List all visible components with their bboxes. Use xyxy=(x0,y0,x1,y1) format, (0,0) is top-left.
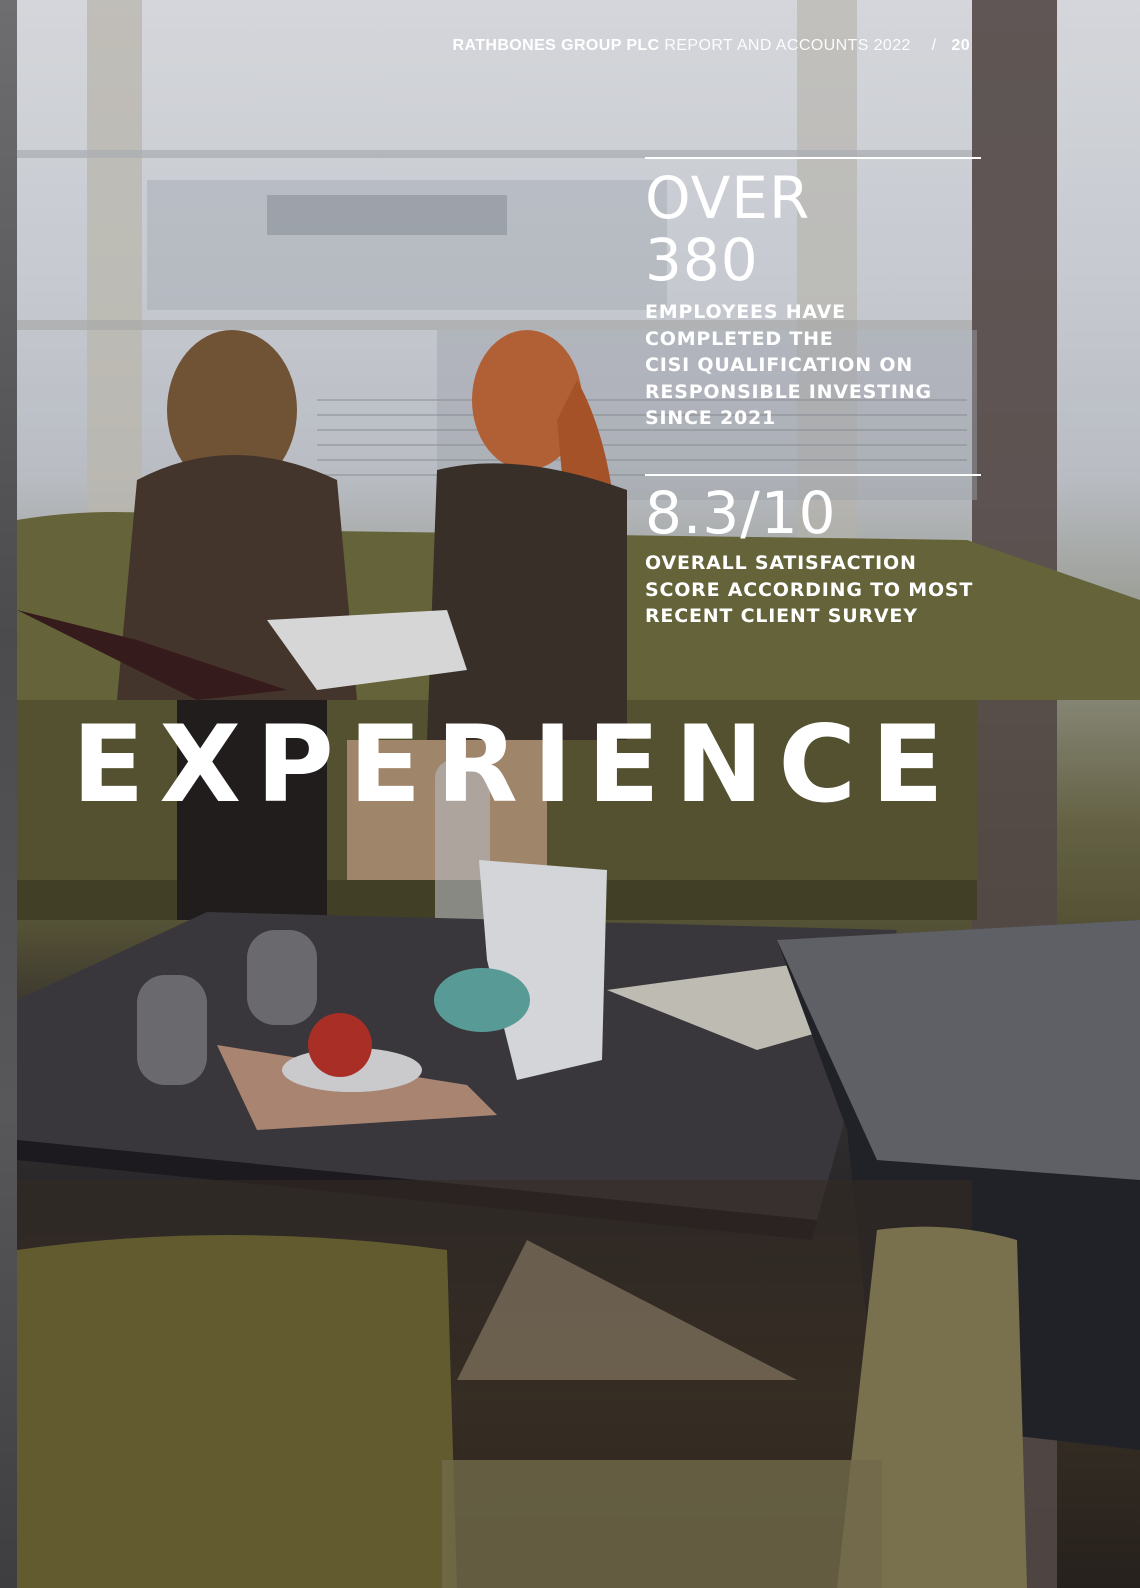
report-page: RATHBONES GROUP PLC REPORT AND ACCOUNTS … xyxy=(0,0,1140,1588)
page-number: 20 xyxy=(951,37,970,54)
stat-description: EMPLOYEES HAVE COMPLETED THE CISI QUALIF… xyxy=(645,299,981,432)
header-separator: / xyxy=(931,37,937,54)
running-header: RATHBONES GROUP PLC REPORT AND ACCOUNTS … xyxy=(453,37,971,55)
stat-description-line: SCORE ACCORDING TO MOST xyxy=(645,578,974,601)
page-edge-strip xyxy=(0,0,17,1588)
stat-employees-cisi: OVER 380 EMPLOYEES HAVE COMPLETED THE CI… xyxy=(645,157,981,432)
stat-divider xyxy=(645,474,981,476)
stat-value-line: 380 xyxy=(645,226,759,294)
stat-value: 8.3/10 xyxy=(645,479,837,547)
stat-value-line: OVER xyxy=(645,164,811,232)
stat-description-line: EMPLOYEES HAVE xyxy=(645,301,846,323)
stat-description-line: OVERALL SATISFACTION xyxy=(645,552,917,574)
stat-description-line: SINCE 2021 xyxy=(645,407,777,429)
stat-description-line: RESPONSIBLE INVESTING xyxy=(645,380,932,403)
stat-client-satisfaction: 8.3/10 OVERALL SATISFACTION SCORE ACCORD… xyxy=(645,474,981,630)
section-title: EXPERIENCE xyxy=(72,703,959,826)
stat-divider xyxy=(645,157,981,159)
stat-description-line: CISI QUALIFICATION ON xyxy=(645,354,914,376)
stat-description-line: RECENT CLIENT SURVEY xyxy=(645,605,918,627)
stat-value: OVER 380 xyxy=(645,167,981,291)
report-title: REPORT AND ACCOUNTS 2022 xyxy=(664,37,911,54)
company-name: RATHBONES GROUP PLC xyxy=(452,37,660,54)
stat-description-line: COMPLETED THE xyxy=(645,327,834,350)
stat-description: OVERALL SATISFACTION SCORE ACCORDING TO … xyxy=(645,550,981,630)
